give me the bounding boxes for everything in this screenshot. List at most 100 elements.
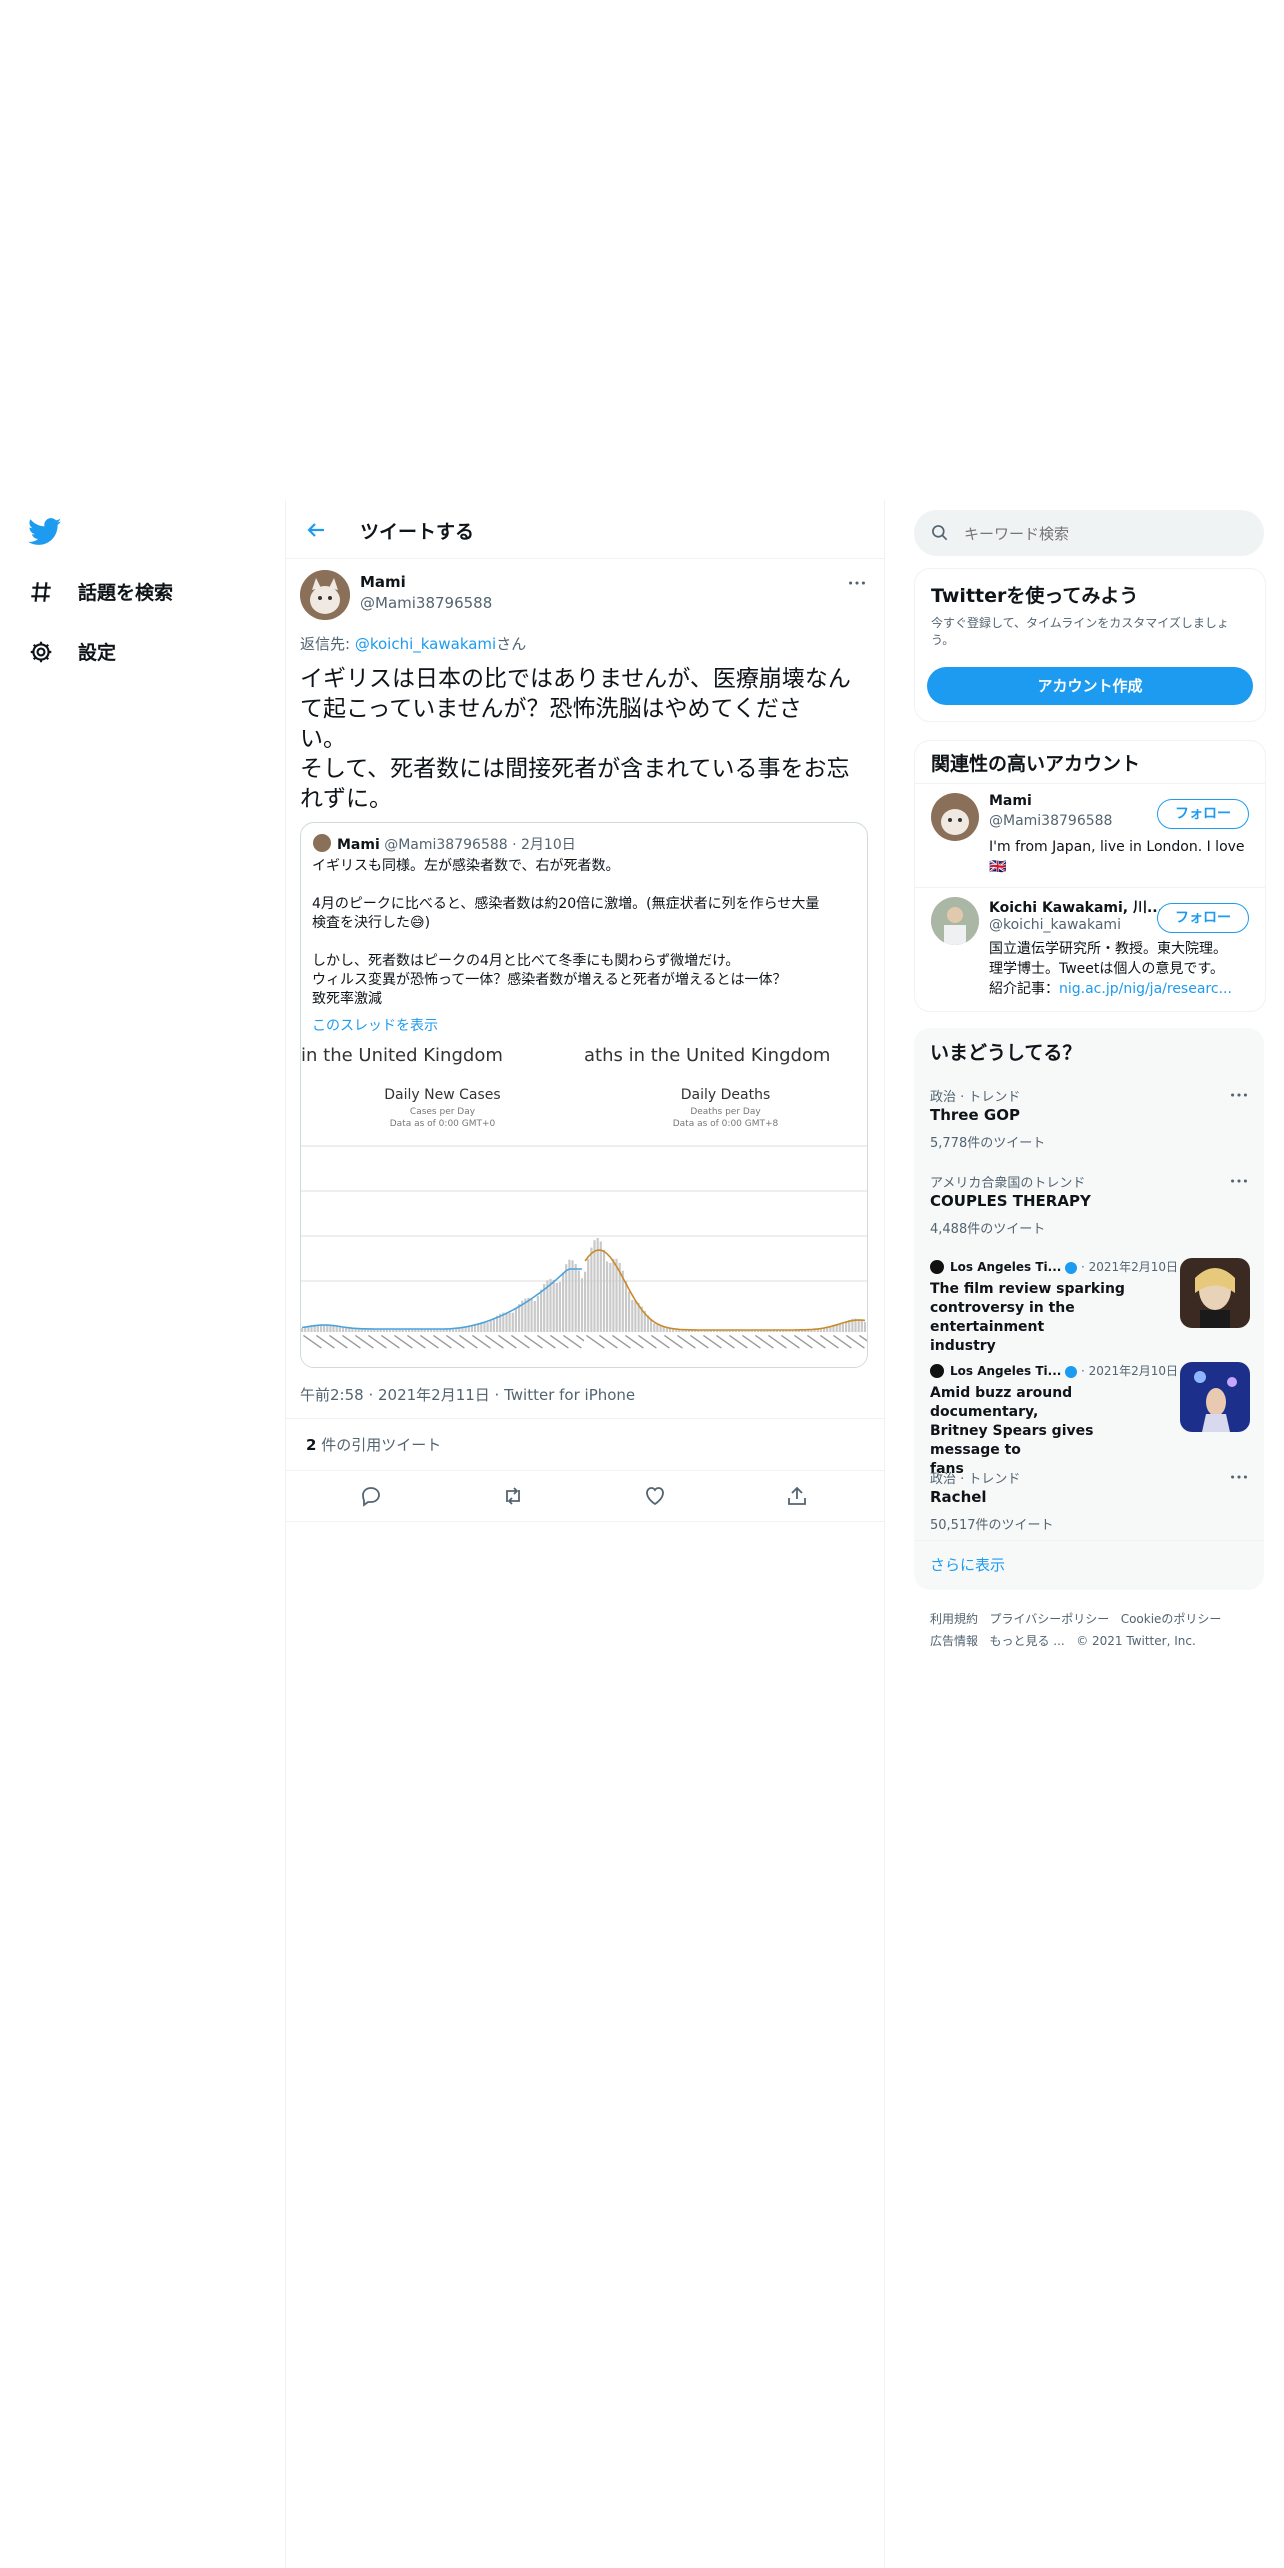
news-headline: The film review sparking controversy in … [930,1280,1160,1356]
signup-title: Twitterを使ってみよう [931,585,1139,607]
show-more-link[interactable]: さらに表示 [930,1554,1005,1575]
chart-bar [514,1308,517,1332]
chart-bar [841,1323,844,1332]
headline-line: controversy in the entertainment [930,1300,1075,1335]
quote-header: Mami @Mami38796588 · 2月10日 [337,834,576,854]
more-icon[interactable] [1228,1084,1250,1106]
nav-explore-label: 話題を検索 [78,582,174,604]
chart-bar [543,1284,546,1332]
news-source: Los Angeles Ti... · 2021年2月10日 [950,1258,1178,1275]
tweet-timestamp[interactable]: 午前2:58 · 2021年2月11日 · Twitter for iPhone [300,1384,635,1405]
chart-bar [615,1258,618,1332]
follow-button[interactable]: フォロー [1157,903,1249,933]
bio-link[interactable]: nig.ac.jp/nig/ja/researc... [1059,981,1232,997]
quote-tweets-count[interactable]: 2 件の引用ツイート [306,1434,441,1455]
hashtag-icon [31,581,51,602]
quote-line: 致死率激減 [312,991,382,1007]
chart-bar [301,1328,304,1332]
chart-bar [845,1321,848,1332]
account-handle[interactable]: @Mami38796588 [989,813,1112,829]
footer-terms-link[interactable]: 利用規約 [930,1612,978,1626]
account-handle[interactable]: @koichi_kawakami [989,917,1121,933]
cases-chart-title: Daily New Cases [384,1087,501,1103]
account-name[interactable]: Mami [989,793,1032,809]
footer-more-link[interactable]: もっと見る ... [989,1634,1064,1648]
like-icon[interactable] [643,1484,667,1508]
avatar[interactable] [931,793,979,841]
follow-button[interactable]: フォロー [1157,799,1249,829]
quote-line: 4月のピークに比べると、感染者数は約20倍に激増。(無症状者に列を作らせ大量 [312,896,820,912]
quote-date: · 2月10日 [512,837,576,853]
more-icon[interactable] [1228,1466,1250,1488]
cat-photo [300,570,350,620]
news-thumbnail [1180,1362,1250,1432]
author-name[interactable]: Mami [360,573,406,591]
search-input[interactable] [962,521,1246,547]
cases-chart-image[interactable]: in the United Kingdom Daily New Cases Ca… [301,1041,584,1367]
chart-bar [505,1312,508,1332]
chart-bar [568,1259,571,1332]
news-item[interactable]: Los Angeles Ti... · 2021年2月10日 The film … [914,1254,1264,1358]
news-date: · 2021年2月10日 [1080,1260,1179,1274]
gear-icon [30,641,52,662]
trend-item[interactable]: 政治 · トレンド Rachel 50,517件のツイート [914,1462,1264,1548]
quote-line [312,876,857,895]
news-source-logo [930,1260,944,1274]
search-box[interactable] [914,510,1264,556]
reply-icon[interactable] [359,1484,383,1508]
chart-bar [508,1312,511,1332]
quote-avatar [313,834,331,852]
back-arrow-icon[interactable] [304,518,328,542]
divider [914,1540,1264,1541]
news-item[interactable]: Los Angeles Ti... · 2021年2月10日 Amid buzz… [914,1358,1264,1477]
more-icon[interactable] [1228,1170,1250,1192]
cases-chart-sub2: Data as of 0:00 GMT+0 [389,1119,496,1129]
cat-photo [941,809,969,835]
chart-bar [580,1278,584,1332]
search-icon [932,525,948,541]
verified-icon [1065,1365,1078,1378]
column-divider [285,500,286,2568]
nav-settings[interactable]: 設定 [28,638,116,665]
chart-bar [549,1278,552,1332]
quote-count-number: 2 [306,1436,317,1454]
chart-bar [511,1312,514,1332]
news-source-logo [930,1364,944,1378]
author-handle[interactable]: @Mami38796588 [360,594,492,612]
account-name[interactable]: Koichi Kawakami, 川... [989,897,1163,917]
chart-bar [533,1300,536,1332]
chart-bar [612,1258,615,1332]
deaths-chart-plot [584,1145,867,1349]
quoted-tweet[interactable]: Mami @Mami38796588 · 2月10日 イギリスも同様。左が感染者… [300,822,868,1368]
retweet-icon[interactable] [501,1484,525,1508]
footer-ads-link[interactable]: 広告情報 [930,1634,978,1648]
divider [286,1418,884,1419]
more-icon[interactable] [846,572,868,594]
twitter-logo-icon[interactable] [28,518,62,546]
chart-bar [492,1318,495,1332]
nav-explore[interactable]: 話題を検索 [28,578,173,605]
quote-text: イギリスも同様。左が感染者数で、右が死者数。 4月のピークに比べると、感染者数は… [312,857,857,1009]
news-source-name: Los Angeles Ti... [950,1364,1062,1378]
footer-cookie-link[interactable]: Cookieのポリシー [1121,1612,1222,1626]
cases-chart-sub1: Cases per Day [409,1107,476,1117]
avatar[interactable] [931,897,979,945]
deaths-chart-image[interactable]: aths in the United Kingdom Daily Deaths … [584,1041,867,1367]
headline-line: Amid buzz around documentary, [930,1385,1073,1420]
tweet-text: イギリスは日本の比ではありませんが、医療崩壊なん て起こっていませんが？恐怖洗脳… [300,664,870,814]
verified-icon [1065,1261,1078,1274]
bio-line: 理学博士。Tweetは個人の意見です。 [989,961,1224,977]
reply-to-link[interactable]: @koichi_kawakami [355,635,496,653]
chart-bar [486,1322,489,1332]
trend-item[interactable]: アメリカ合衆国のトレンド COUPLES THERAPY 4,488件のツイート [914,1166,1264,1252]
avatar[interactable] [300,570,350,620]
create-account-button[interactable]: アカウント作成 [927,667,1253,705]
deaths-chart-title: Daily Deaths [680,1087,771,1103]
tweet-line: れずに。 [300,786,392,812]
trend-item[interactable]: 政治 · トレンド Three GOP 5,778件のツイート [914,1080,1264,1166]
share-icon[interactable] [785,1484,809,1508]
chart-bar [653,1323,656,1332]
show-thread-link[interactable]: このスレッドを表示 [312,1015,438,1035]
footer-privacy-link[interactable]: プライバシーポリシー [989,1612,1109,1626]
chart-bar [860,1320,863,1332]
